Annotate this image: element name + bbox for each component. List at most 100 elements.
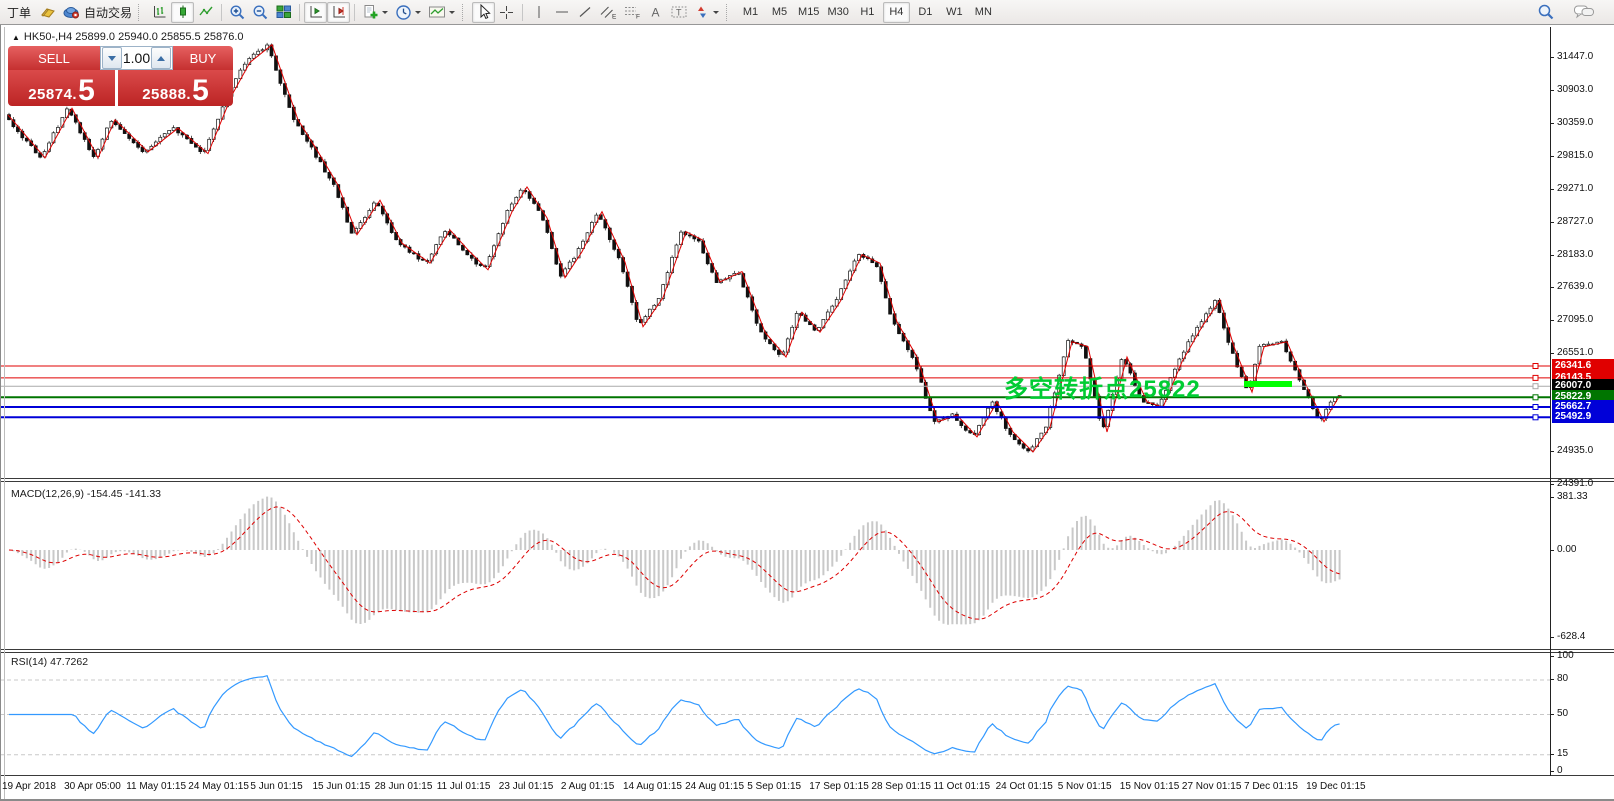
price-tick-mark: [1550, 484, 1554, 485]
time-axis-label: 23 Jul 01:15: [499, 781, 554, 792]
chat-button[interactable]: [1570, 2, 1598, 23]
macd-tick-mark: [1550, 497, 1554, 498]
trendline-button[interactable]: [573, 2, 596, 23]
timeframe-mn[interactable]: MN: [970, 2, 997, 23]
autotrading-label: 自动交易: [84, 4, 132, 21]
sell-price-block[interactable]: 25874.5: [8, 70, 115, 106]
rsi-pane[interactable]: [0, 653, 1550, 775]
toolbar-separator: [354, 4, 355, 21]
autotrading-hat-icon: [63, 4, 80, 20]
chart-title: ▲HK50-,H4 25899.0 25940.0 25855.5 25876.…: [12, 31, 244, 43]
label-letter: T: [676, 8, 682, 18]
pane-separator: [0, 775, 1614, 776]
timeframe-m30[interactable]: M30: [824, 2, 851, 23]
text-button[interactable]: A: [644, 2, 667, 23]
price-tick-mark: [1550, 255, 1554, 256]
order-button[interactable]: 丁单: [2, 2, 36, 23]
search-button[interactable]: [1534, 2, 1558, 23]
horizontal-line-button[interactable]: [550, 2, 573, 23]
timeframe-m1[interactable]: M1: [737, 2, 764, 23]
toolbar-separator: [221, 4, 222, 21]
periods-button[interactable]: [392, 2, 425, 23]
timeframe-d1[interactable]: D1: [912, 2, 939, 23]
bar-chart-button[interactable]: [148, 2, 171, 23]
time-axis-label: 11 Jul 01:15: [437, 781, 491, 792]
time-axis-label: 19 Apr 2018: [2, 781, 56, 792]
dropdown-caret-icon: [449, 11, 455, 17]
arrows-button[interactable]: [691, 2, 723, 23]
time-axis-label: 15 Nov 01:15: [1120, 781, 1180, 792]
timeframe-m15[interactable]: M15: [795, 2, 822, 23]
price-tick-mark: [1550, 156, 1554, 157]
price-line-badge[interactable]: 25492.9: [1552, 410, 1614, 423]
template-button[interactable]: [425, 2, 459, 23]
fibonacci-button[interactable]: F: [620, 2, 644, 23]
arrows-icon: [694, 4, 710, 20]
timeframe-group: M1M5M15M30H1H4D1W1MN: [736, 2, 998, 23]
price-tick-mark: [1550, 123, 1554, 124]
price-tick-label: 24935.0: [1557, 445, 1593, 456]
new-order-button[interactable]: [359, 2, 392, 23]
timeframe-m5[interactable]: M5: [766, 2, 793, 23]
channel-letter: E: [612, 14, 617, 21]
volume-value[interactable]: 1.00: [123, 50, 150, 66]
autotrading-button[interactable]: 自动交易: [60, 2, 135, 23]
price-tick-label: 24391.0: [1557, 478, 1593, 489]
window-left-border: [0, 25, 1, 799]
chat-bubbles-icon: [1573, 4, 1595, 21]
line-chart-button[interactable]: [194, 2, 217, 23]
journal-icon[interactable]: [36, 2, 60, 23]
channel-button[interactable]: E: [596, 2, 620, 23]
toolbar-grip: [138, 4, 144, 21]
time-axis-label: 5 Jun 01:15: [250, 781, 302, 792]
yellow-book-icon: [39, 4, 57, 20]
pane-separator[interactable]: [0, 652, 1614, 653]
macd-tick-label: -628.4: [1557, 631, 1585, 642]
price-tick-mark: [1550, 287, 1554, 288]
vertical-line-button[interactable]: [527, 2, 550, 23]
timeframe-h4[interactable]: H4: [883, 2, 910, 23]
cursor-button[interactable]: [472, 2, 495, 23]
fibo-letter: F: [636, 14, 640, 21]
arrow-up-icon: [157, 52, 165, 61]
price-tick-mark: [1550, 320, 1554, 321]
volume-control: 1.00: [100, 46, 173, 70]
cursor-icon: [476, 4, 492, 20]
dropdown-caret-icon: [415, 11, 421, 17]
chart-shift-button[interactable]: [327, 2, 350, 23]
price-tick-mark: [1550, 353, 1554, 354]
zoom-in-button[interactable]: [226, 2, 249, 23]
candlestick-chart-button[interactable]: [171, 2, 194, 23]
toolbar-right-group: [1534, 2, 1598, 23]
rsi-tick-label: 0: [1557, 765, 1563, 776]
fibonacci-icon: F: [623, 4, 641, 20]
pane-separator[interactable]: [0, 478, 1614, 479]
bar-chart-icon: [152, 4, 168, 20]
buy-price-block[interactable]: 25888.5: [118, 70, 233, 106]
buy-button[interactable]: BUY: [173, 46, 233, 70]
zoom-out-button[interactable]: [249, 2, 272, 23]
tile-windows-button[interactable]: [272, 2, 295, 23]
volume-decrease-button[interactable]: [102, 47, 122, 69]
label-button[interactable]: T: [667, 2, 691, 23]
timeframe-w1[interactable]: W1: [941, 2, 968, 23]
macd-pane[interactable]: [0, 482, 1550, 649]
volume-increase-button[interactable]: [151, 47, 171, 69]
crosshair-button[interactable]: [495, 2, 518, 23]
rsi-tick-mark: [1550, 679, 1554, 680]
sell-button[interactable]: SELL: [8, 46, 100, 70]
price-tick-mark: [1550, 57, 1554, 58]
rsi-tick-label: 80: [1557, 673, 1568, 684]
price-tick-label: 28727.0: [1557, 216, 1593, 227]
pane-separator[interactable]: [0, 481, 1614, 482]
crosshair-icon: [498, 4, 515, 21]
time-axis-label: 30 Apr 05:00: [64, 781, 121, 792]
annotation-marker-line: [1244, 381, 1292, 387]
pane-separator[interactable]: [0, 649, 1614, 650]
autoscroll-button[interactable]: [304, 2, 327, 23]
timeframe-h1[interactable]: H1: [854, 2, 881, 23]
time-axis-label: 28 Jun 01:15: [375, 781, 433, 792]
price-tick-label: 27095.0: [1557, 314, 1593, 325]
chart-collapse-icon[interactable]: ▲: [12, 33, 20, 42]
price-tick-label: 29271.0: [1557, 183, 1593, 194]
